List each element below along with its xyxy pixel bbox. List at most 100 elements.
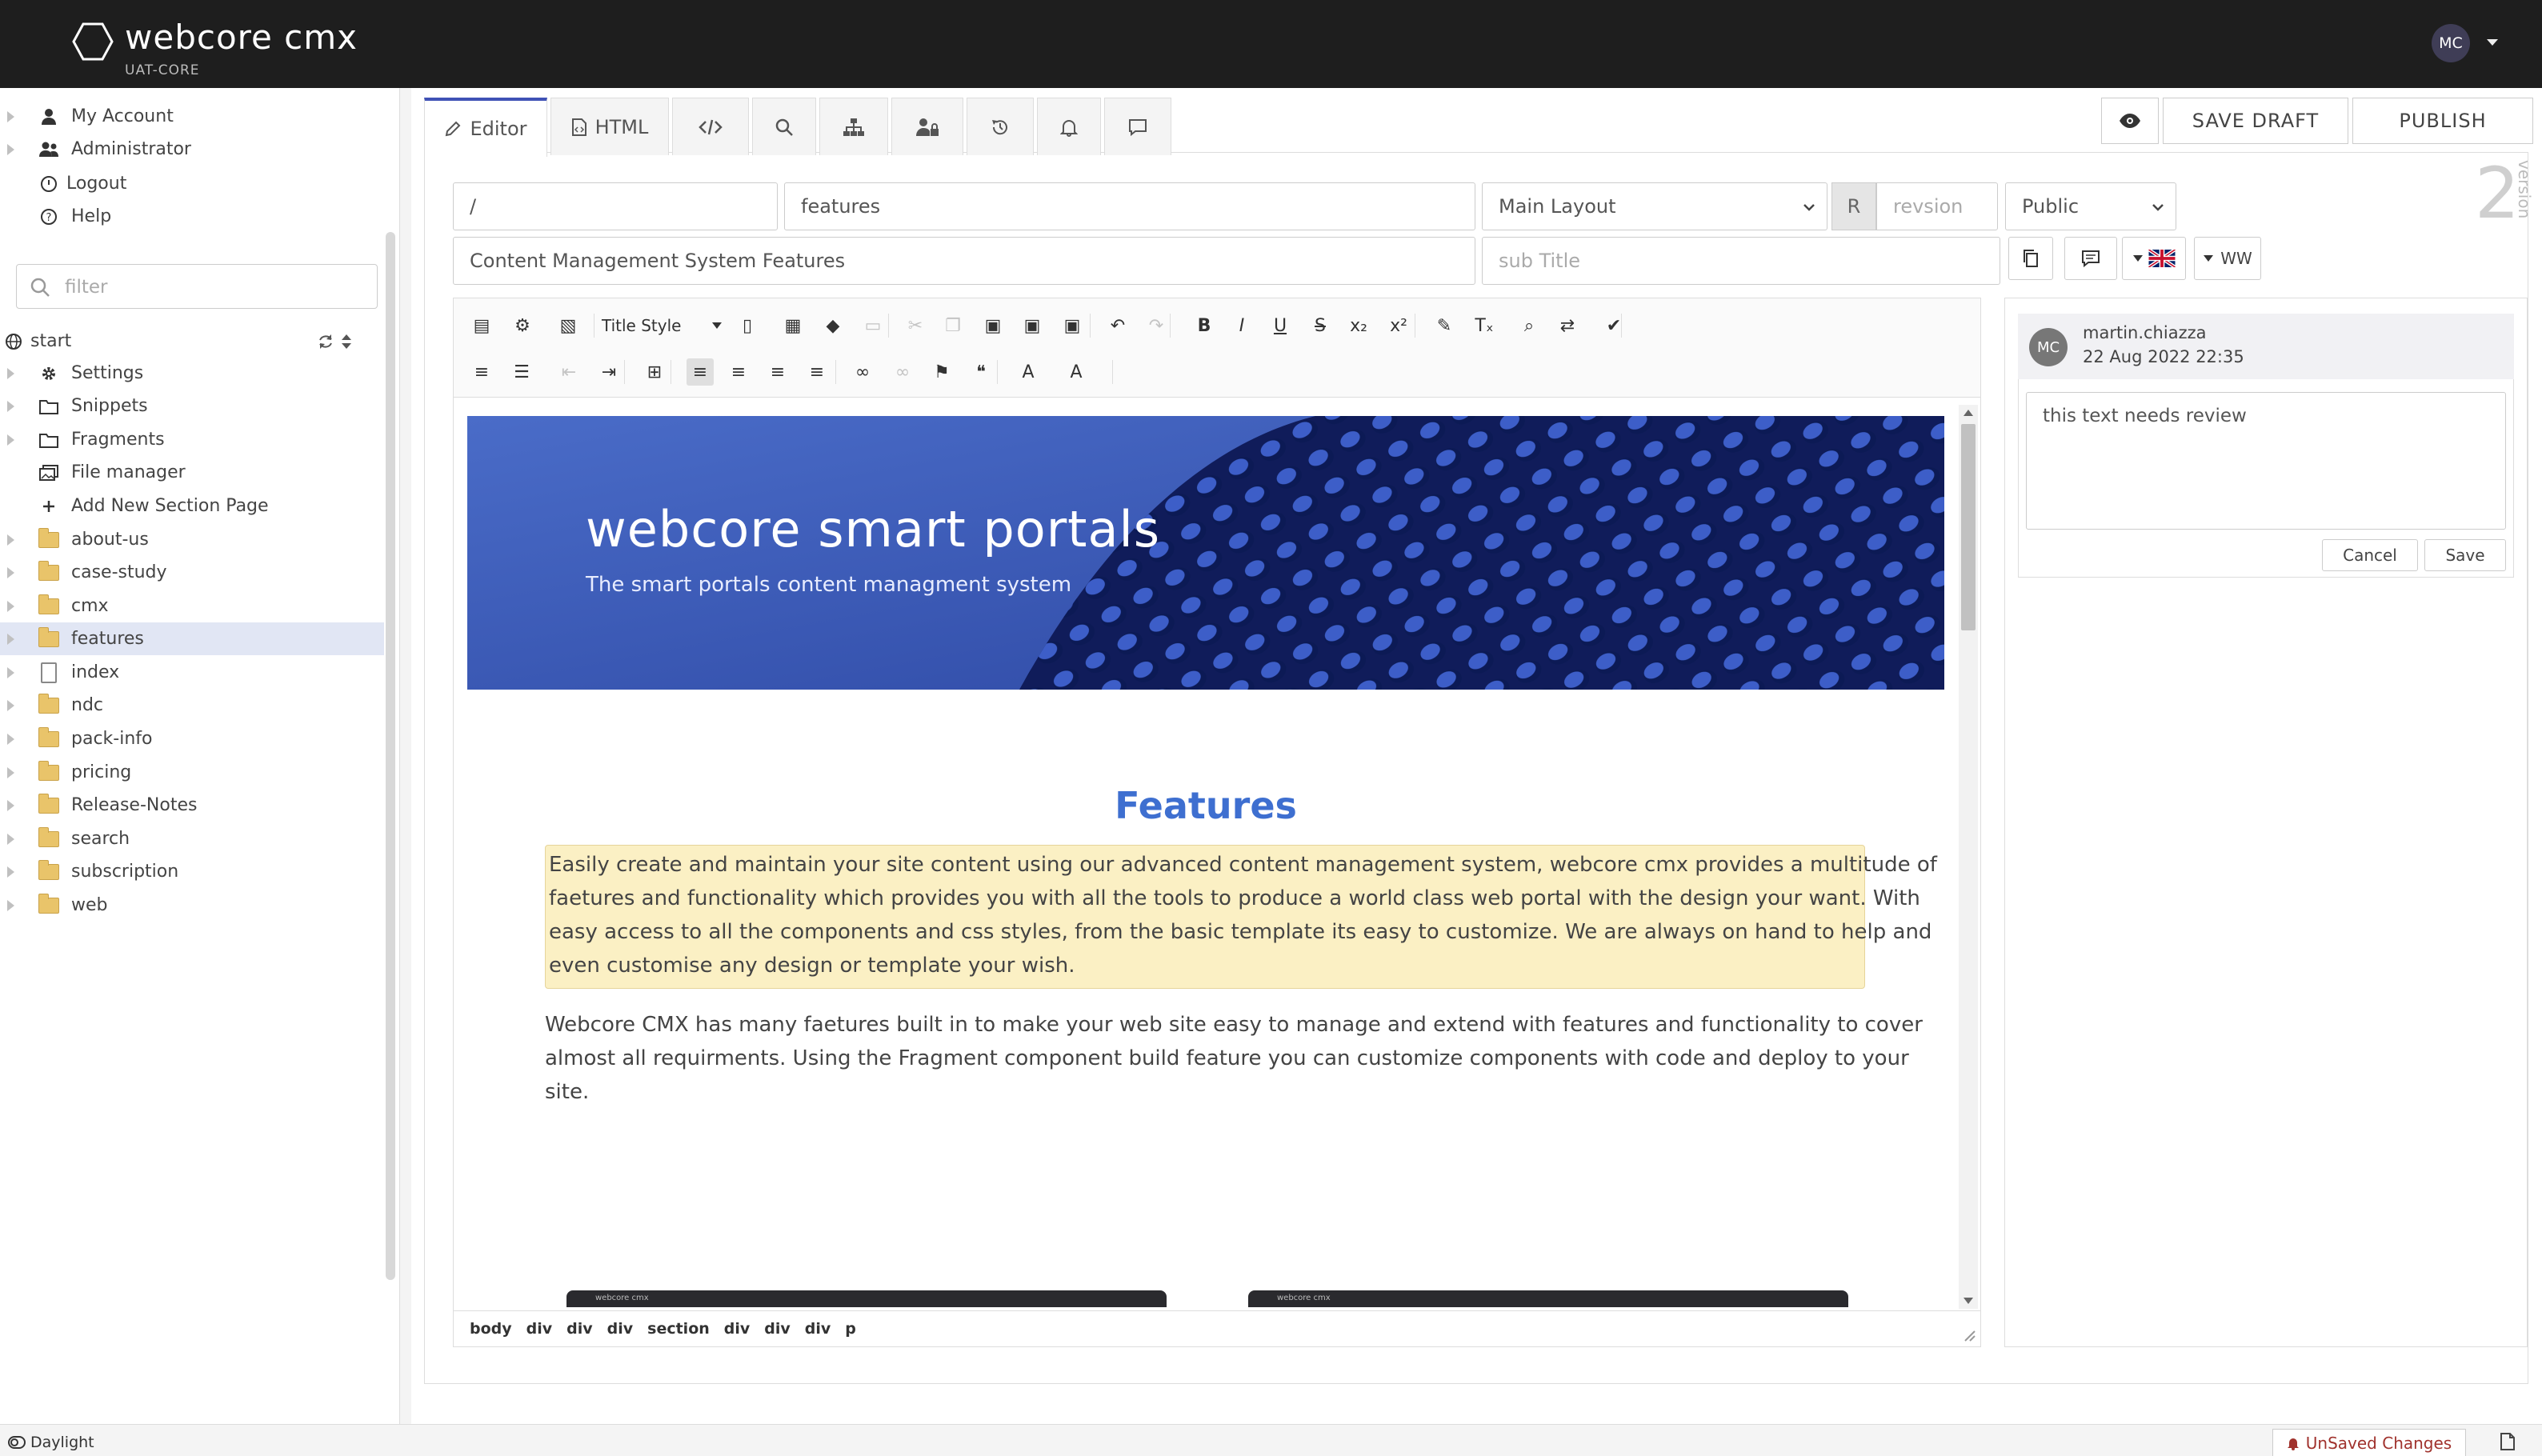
resize-handle-icon[interactable]	[1962, 1328, 1976, 1342]
title-field[interactable]: Content Management System Features	[453, 237, 1475, 285]
expand-icon[interactable]	[7, 733, 14, 745]
filter-input[interactable]	[65, 273, 369, 302]
tab-editor[interactable]: Editor	[424, 98, 547, 157]
form-icon[interactable]: ▭	[859, 312, 887, 339]
layout-select[interactable]: Main Layout	[1482, 182, 1827, 230]
document-icon[interactable]	[2500, 1432, 2516, 1451]
expand-icon[interactable]	[7, 367, 14, 379]
unlink-icon[interactable]: ∞	[889, 358, 916, 386]
expand-icon[interactable]	[7, 600, 14, 612]
remove-format-icon[interactable]: Tₓ	[1471, 312, 1498, 339]
theme-toggle[interactable]: Daylight	[8, 1434, 94, 1451]
paste-word-icon[interactable]: ▣	[1059, 312, 1086, 339]
cut-icon[interactable]: ✂	[902, 312, 929, 339]
link-icon[interactable]: ∞	[849, 358, 876, 386]
page-break-icon[interactable]: ▯	[734, 312, 761, 339]
find-icon[interactable]: ⌕	[1515, 312, 1543, 339]
image-icon[interactable]: ▧	[554, 312, 582, 339]
tab-source[interactable]	[672, 98, 749, 155]
tree-item-about-us[interactable]: about-us	[0, 523, 384, 556]
path-item-div[interactable]: div	[607, 1320, 634, 1338]
superscript-icon[interactable]: x²	[1385, 312, 1412, 339]
tree-item-add-new-section-page[interactable]: Add New Section Page	[0, 490, 384, 522]
paste-text-icon[interactable]: ▣	[1019, 312, 1046, 339]
expand-icon[interactable]	[7, 633, 14, 645]
menu-item-help[interactable]: ? Help	[0, 200, 384, 233]
template-icon[interactable]: ▤	[468, 312, 495, 339]
expand-icon[interactable]	[7, 899, 14, 911]
comment-add-button[interactable]	[2064, 237, 2117, 280]
tab-comments[interactable]	[1104, 98, 1171, 155]
user-menu-caret-icon[interactable]	[2487, 39, 2498, 46]
italic-icon[interactable]: I	[1228, 312, 1255, 339]
expand-icon[interactable]	[7, 666, 14, 678]
scroll-up-icon[interactable]	[1964, 410, 1973, 416]
path-item-div[interactable]: div	[526, 1320, 553, 1338]
sidebar-splitter[interactable]	[400, 88, 411, 1424]
path-item-div[interactable]: div	[805, 1320, 831, 1338]
menu-item-administrator[interactable]: Administrator	[0, 133, 384, 166]
underline-icon[interactable]: U	[1267, 312, 1294, 339]
path-item-body[interactable]: body	[470, 1320, 512, 1338]
scroll-down-icon[interactable]	[1964, 1298, 1973, 1304]
text-color-icon[interactable]: A	[1015, 358, 1042, 386]
tab-sitemap[interactable]	[819, 98, 888, 155]
expand-icon[interactable]	[7, 566, 14, 578]
menu-item-logout[interactable]: Logout	[0, 167, 384, 200]
numbered-list-icon[interactable]: ≡	[468, 358, 495, 386]
refresh-icon[interactable]	[317, 333, 334, 350]
scrollbar-thumb[interactable]	[1961, 424, 1976, 630]
sidebar-scrollbar[interactable]	[386, 232, 395, 1280]
region-select[interactable]: WW	[2194, 237, 2261, 280]
tree-item-subscription[interactable]: subscription	[0, 855, 384, 888]
path-item-div[interactable]: div	[566, 1320, 593, 1338]
publish-button[interactable]: PUBLISH	[2352, 98, 2533, 144]
expand-icon[interactable]	[7, 833, 14, 845]
indent-icon[interactable]: ⇥	[595, 358, 622, 386]
copy-icon[interactable]: ❐	[939, 312, 967, 339]
tree-item-search[interactable]: search	[0, 822, 384, 855]
redo-icon[interactable]: ↷	[1143, 312, 1170, 339]
visibility-select[interactable]: Public	[2005, 182, 2176, 230]
subscript-icon[interactable]: x₂	[1345, 312, 1372, 339]
tree-item-index[interactable]: index	[0, 656, 384, 689]
user-avatar[interactable]: MC	[2432, 24, 2470, 62]
tree-item-ndc[interactable]: ndc	[0, 689, 384, 722]
tab-html[interactable]: HTML	[550, 98, 669, 155]
path-item-section[interactable]: section	[647, 1320, 710, 1338]
language-select[interactable]	[2122, 237, 2186, 280]
expand-icon[interactable]	[7, 866, 14, 878]
anchor-icon[interactable]: ⚑	[928, 358, 955, 386]
tree-item-settings[interactable]: Settings	[0, 357, 384, 390]
tree-root-start[interactable]: start	[0, 325, 384, 358]
title-style-dropdown[interactable]: Title Style	[602, 312, 722, 339]
path-item-div[interactable]: div	[764, 1320, 791, 1338]
replace-icon[interactable]: ⇄	[1554, 312, 1581, 339]
tab-permissions[interactable]	[891, 98, 963, 155]
justify-icon[interactable]: ≡	[803, 358, 831, 386]
tag-icon[interactable]: ◆	[819, 312, 847, 339]
align-right-icon[interactable]: ≡	[764, 358, 791, 386]
unsaved-changes-badge[interactable]: UnSaved Changes	[2272, 1429, 2466, 1456]
outdent-icon[interactable]: ⇤	[555, 358, 582, 386]
comment-textarea[interactable]: this text needs review	[2026, 392, 2506, 530]
tree-item-web[interactable]: web	[0, 889, 384, 922]
page-name-field[interactable]: features	[784, 182, 1475, 230]
tree-item-snippets[interactable]: Snippets	[0, 390, 384, 422]
expand-icon[interactable]	[7, 400, 14, 412]
cancel-button[interactable]: Cancel	[2322, 539, 2418, 571]
tree-item-pricing[interactable]: pricing	[0, 756, 384, 789]
bold-icon[interactable]: B	[1191, 312, 1218, 339]
expand-icon[interactable]	[7, 766, 14, 778]
copy-format-icon[interactable]: ✎	[1431, 312, 1458, 339]
path-field[interactable]: /	[453, 182, 778, 230]
align-left-icon[interactable]: ≡	[687, 358, 714, 386]
div-icon[interactable]: ⊞	[641, 358, 668, 386]
widget-icon[interactable]: ⚙	[509, 312, 536, 339]
tree-item-fragments[interactable]: Fragments	[0, 423, 384, 456]
tab-notifications[interactable]	[1037, 98, 1101, 155]
revision-field[interactable]: revsion	[1876, 182, 1998, 230]
strikethrough-icon[interactable]: S	[1307, 312, 1334, 339]
subtitle-field[interactable]: sub Title	[1482, 237, 2000, 285]
menu-item-my-account[interactable]: My Account	[0, 100, 384, 133]
